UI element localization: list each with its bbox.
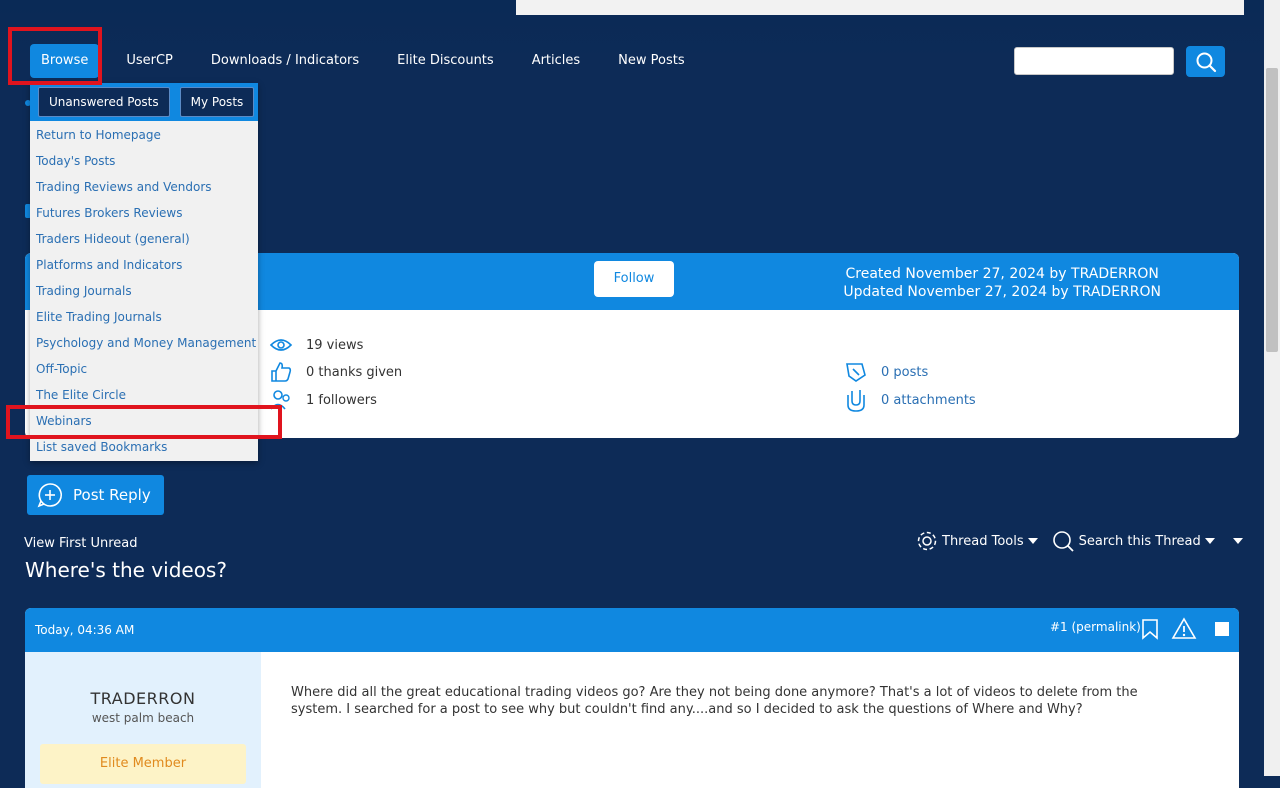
attachment-icon	[843, 388, 869, 412]
unanswered-posts-button[interactable]: Unanswered Posts	[38, 87, 170, 117]
thread-tools-menu[interactable]: Thread Tools	[916, 530, 1038, 552]
menu-item-psychology[interactable]: Psychology and Money Management	[30, 330, 258, 356]
search-input[interactable]	[1014, 47, 1174, 75]
thread-dates: Created November 27, 2024 by TRADERRON U…	[843, 265, 1161, 301]
posts-icon	[843, 360, 869, 384]
updated-text: Updated November 27, 2024 by TRADERRON	[843, 284, 1161, 300]
created-text: Created November 27, 2024 by TRADERRON	[845, 266, 1159, 282]
top-banner	[516, 0, 1244, 15]
search-icon	[1052, 531, 1074, 552]
post-reply-button[interactable]: Post Reply	[27, 475, 164, 515]
stat-thanks: 0 thanks given	[268, 360, 402, 384]
search-button[interactable]	[1186, 46, 1225, 77]
menu-item-trading-journals[interactable]: Trading Journals	[30, 278, 258, 304]
post-container: Today, 04:36 AM #1 (permalink) TRADERRON…	[25, 608, 1239, 788]
views-count: 19 views	[306, 337, 364, 353]
thread-tools-label: Thread Tools	[942, 533, 1024, 549]
thread-title: Where's the videos?	[25, 558, 227, 582]
posts-count[interactable]: 0 posts	[881, 365, 928, 380]
dropdown-header: Unanswered Posts My Posts	[30, 83, 258, 121]
nav-new-posts[interactable]: New Posts	[599, 44, 703, 78]
member-badge: Elite Member	[40, 744, 246, 784]
nav-articles[interactable]: Articles	[513, 44, 599, 78]
menu-item-return-homepage[interactable]: Return to Homepage	[30, 122, 258, 148]
post-reply-label: Post Reply	[73, 486, 151, 504]
thumbs-up-icon	[268, 360, 294, 384]
gear-icon	[917, 531, 937, 551]
post-user-panel: TRADERRON west palm beach Elite Member	[25, 652, 261, 788]
menu-item-elite-trading-journals[interactable]: Elite Trading Journals	[30, 304, 258, 330]
my-posts-button[interactable]: My Posts	[179, 87, 255, 117]
stat-views: 19 views	[268, 333, 363, 357]
select-post-checkbox[interactable]	[1215, 622, 1229, 636]
reply-bubble-icon	[37, 483, 62, 508]
post-body: Where did all the great educational trad…	[291, 685, 1138, 717]
nav-browse[interactable]: Browse	[30, 44, 100, 78]
nav-elite-discounts[interactable]: Elite Discounts	[378, 44, 513, 78]
search-icon	[1196, 52, 1216, 72]
view-first-unread-link[interactable]: View First Unread	[24, 536, 138, 551]
post-date: Today, 04:36 AM	[35, 623, 135, 637]
followers-count: 1 followers	[306, 392, 377, 408]
thanks-count: 0 thanks given	[306, 364, 403, 380]
stat-attachments[interactable]: 0 attachments	[843, 388, 976, 412]
search-thread-menu[interactable]: Search this Thread	[1052, 530, 1215, 552]
attachments-count[interactable]: 0 attachments	[881, 393, 976, 408]
thread-tools-bar: Thread Tools Search this Thread	[916, 530, 1243, 552]
nav-usercp[interactable]: UserCP	[107, 44, 192, 78]
display-mode-caret-icon[interactable]	[1232, 538, 1243, 544]
menu-item-off-topic[interactable]: Off-Topic	[30, 356, 258, 382]
menu-item-futures-brokers[interactable]: Futures Brokers Reviews	[30, 200, 258, 226]
menu-item-elite-circle[interactable]: The Elite Circle	[30, 382, 258, 408]
followers-icon	[268, 388, 294, 412]
stat-posts[interactable]: 0 posts	[843, 360, 928, 384]
menu-item-traders-hideout[interactable]: Traders Hideout (general)	[30, 226, 258, 252]
post-username[interactable]: TRADERRON	[25, 689, 261, 708]
menu-item-saved-bookmarks[interactable]: List saved Bookmarks	[30, 434, 258, 460]
report-warning-icon[interactable]	[1171, 617, 1197, 641]
caret-down-icon	[1027, 538, 1038, 544]
browse-dropdown: Unanswered Posts My Posts Return to Home…	[30, 83, 258, 461]
menu-item-trading-reviews[interactable]: Trading Reviews and Vendors	[30, 174, 258, 200]
follow-button[interactable]: Follow	[594, 261, 674, 297]
main-nav: Browse UserCP Downloads / Indicators Eli…	[30, 43, 704, 79]
menu-item-platforms-indicators[interactable]: Platforms and Indicators	[30, 252, 258, 278]
scrollbar-thumb[interactable]	[1266, 68, 1278, 352]
menu-item-webinars[interactable]: Webinars	[30, 408, 258, 434]
bookmark-icon[interactable]	[1140, 618, 1160, 640]
nav-downloads-indicators[interactable]: Downloads / Indicators	[192, 44, 378, 78]
eye-icon	[268, 333, 294, 357]
search-thread-label: Search this Thread	[1078, 533, 1201, 549]
menu-item-todays-posts[interactable]: Today's Posts	[30, 148, 258, 174]
stat-followers: 1 followers	[268, 388, 377, 412]
dropdown-list: Return to Homepage Today's Posts Trading…	[30, 122, 258, 460]
caret-down-icon	[1204, 538, 1215, 544]
post-header: Today, 04:36 AM #1 (permalink)	[25, 608, 1239, 652]
post-user-location: west palm beach	[91, 711, 195, 725]
permalink-link[interactable]: #1 (permalink)	[1050, 620, 1141, 634]
